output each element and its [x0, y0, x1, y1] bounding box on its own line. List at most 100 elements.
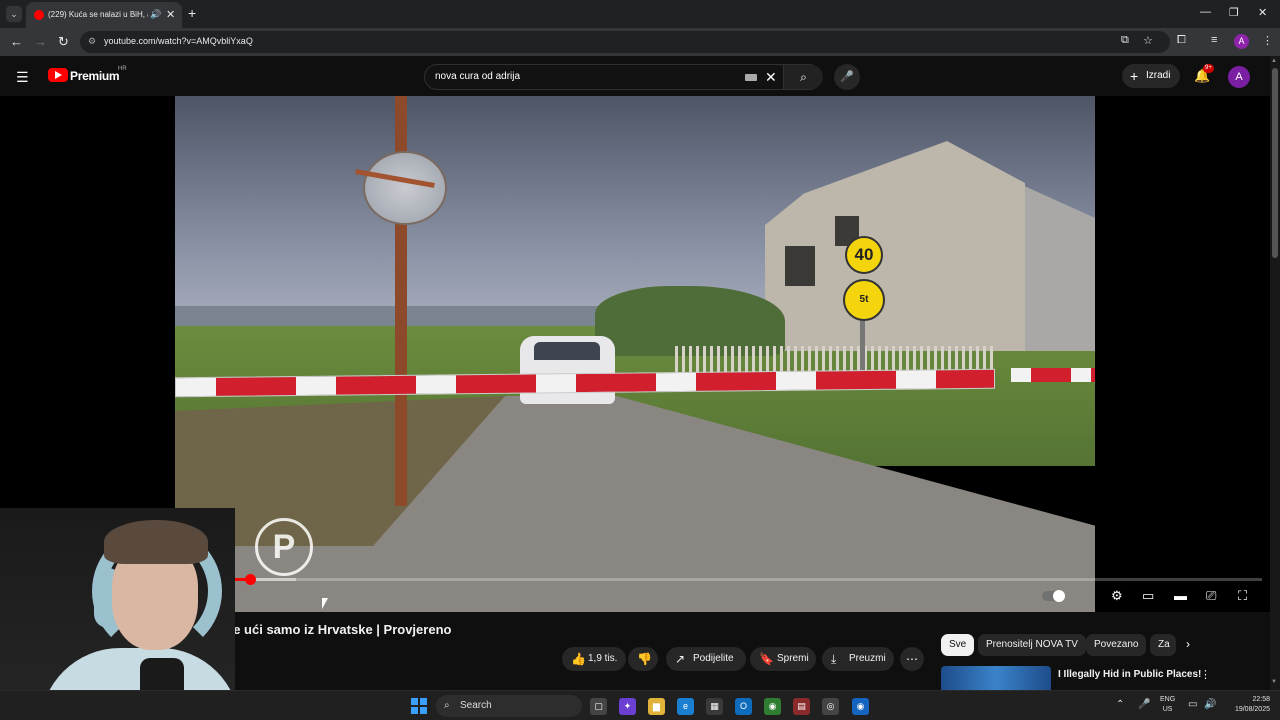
video-frame[interactable]: 40 5t P — [175, 96, 1095, 612]
search-icon[interactable]: ⌕ — [783, 65, 823, 89]
scrubber-handle[interactable] — [245, 574, 257, 585]
chip-scroll-right-icon[interactable]: › — [1186, 637, 1190, 651]
fullscreen-icon[interactable]: ⛶ — [1238, 588, 1247, 604]
recommendation-title[interactable]: I Illegally Hid in Public Places! — [1058, 669, 1201, 680]
chip-channel[interactable]: Prenositelj NOVA TV — [978, 634, 1086, 656]
video-scene-car — [520, 336, 615, 404]
taskbar-clock[interactable]: 22:58 19/08/2025 — [1222, 695, 1270, 715]
thumbs-up-icon: 👍 — [571, 652, 586, 666]
tray-overflow-icon[interactable]: ⌃ — [1116, 699, 1124, 710]
browser-profile-icon[interactable]: A — [1234, 34, 1249, 49]
browser-tab-active[interactable]: (229) Kuća se nalazi u BiH, a 🔊 ✕ — [26, 2, 182, 28]
minimize-icon[interactable]: — — [1200, 6, 1211, 18]
site-info-icon[interactable]: ⚙ — [88, 36, 100, 48]
windows-start-icon[interactable] — [411, 698, 427, 714]
save-label: Spremi — [777, 653, 809, 664]
share-button[interactable]: ↗ Podijelite — [666, 647, 746, 671]
task-view-icon[interactable]: ▢ — [590, 698, 607, 715]
weight-limit-sign: 5t — [843, 279, 885, 321]
scrollbar-thumb[interactable] — [1272, 68, 1278, 258]
tray-network-icon[interactable]: ▭ — [1188, 699, 1197, 710]
restore-icon[interactable]: ❐ — [1229, 6, 1239, 19]
input-language[interactable]: ENG US — [1160, 695, 1175, 715]
new-tab-icon[interactable]: + — [188, 5, 196, 21]
chrome-active-icon[interactable]: ◉ — [852, 698, 869, 715]
boom-barrier-end — [1011, 368, 1095, 382]
taskbar-search[interactable]: ⌕ Search — [436, 695, 582, 717]
clock-date: 19/08/2025 — [1234, 706, 1270, 713]
browser-tab-strip: ⌄ (229) Kuća se nalazi u BiH, a 🔊 ✕ + — … — [0, 0, 1280, 28]
chip-all[interactable]: Sve — [941, 634, 975, 656]
obs-icon[interactable]: ◎ — [822, 698, 839, 715]
edge-icon[interactable]: e — [677, 698, 694, 715]
bookmark-star-icon[interactable]: ☆ — [1143, 34, 1153, 47]
save-button[interactable]: 🔖 Spremi — [750, 647, 816, 671]
recommendation-thumbnail[interactable] — [941, 666, 1051, 690]
copilot-icon[interactable]: ✦ — [619, 698, 636, 715]
page-scrollbar[interactable]: ▲ ▼ — [1270, 56, 1280, 690]
account-avatar[interactable]: A — [1228, 66, 1250, 88]
youtube-logo-icon[interactable] — [48, 68, 68, 82]
browser-menu-icon[interactable]: ⋮ — [1262, 34, 1273, 47]
miniplayer-icon[interactable]: ▭ — [1142, 588, 1154, 604]
install-app-icon[interactable]: ⧉ — [1121, 34, 1129, 47]
chrome-icon[interactable]: ◉ — [764, 698, 781, 715]
recommendation-menu-icon[interactable]: ⋮ — [1200, 668, 1211, 681]
autoplay-toggle[interactable] — [1042, 590, 1065, 602]
webcam-overlay — [0, 508, 235, 720]
sign-pole — [860, 316, 865, 376]
extensions-icon[interactable]: ⧠ — [1177, 34, 1186, 47]
address-bar[interactable]: ⚙ youtube.com/watch?v=AMQvbliYxaQ — [80, 31, 1170, 53]
scroll-up-icon[interactable]: ▲ — [1271, 58, 1277, 64]
tab-title: (229) Kuća se nalazi u BiH, a — [48, 10, 148, 19]
search-box[interactable]: nova cura od adrija ✕ ⌕ — [424, 64, 823, 90]
keyboard-icon[interactable] — [745, 74, 757, 81]
winrar-icon[interactable]: ▤ — [793, 698, 810, 715]
like-count: 1,9 tis. — [588, 653, 618, 664]
file-explorer-icon[interactable]: ▆ — [648, 698, 665, 715]
store-icon[interactable]: ▦ — [706, 698, 723, 715]
chip-related[interactable]: Povezano — [1086, 634, 1147, 656]
share-icon: ↗ — [675, 652, 686, 666]
create-button[interactable]: + Izradi — [1122, 64, 1180, 88]
tray-mic-icon[interactable]: 🎤 — [1138, 699, 1150, 710]
browser-toolbar: ← → ↻ ⚙ youtube.com/watch?v=AMQvbliYxaQ … — [0, 28, 1280, 56]
download-button[interactable]: ⤓ Preuzmi — [822, 647, 894, 671]
tab-audio-icon[interactable]: 🔊 — [150, 9, 161, 20]
theater-mode-icon[interactable]: ▬ — [1174, 588, 1187, 603]
clear-search-icon[interactable]: ✕ — [765, 69, 777, 86]
cast-icon[interactable]: ⎚ — [1206, 588, 1216, 604]
car-windshield — [534, 342, 600, 360]
speed-limit-sign: 40 — [845, 236, 883, 274]
taskbar-search-icon: ⌕ — [444, 700, 450, 711]
create-label: Izradi — [1146, 70, 1171, 81]
lang-code: ENG — [1160, 696, 1176, 703]
channel-watermark-icon[interactable]: P — [255, 518, 313, 576]
back-icon[interactable]: ← — [10, 34, 23, 49]
youtube-header: ☰ Premium HR nova cura od adrija ✕ ⌕ 🎤 +… — [0, 56, 1270, 96]
dislike-button[interactable]: 👎 — [628, 647, 658, 671]
more-actions-icon[interactable]: ⋯ — [900, 647, 924, 671]
thumbs-down-icon: 👎 — [637, 652, 652, 666]
brand-name[interactable]: Premium — [70, 69, 120, 83]
download-label: Preuzmi — [849, 653, 886, 664]
forward-icon[interactable]: → — [34, 34, 47, 49]
media-controls-icon[interactable]: ≡ — [1211, 34, 1217, 46]
tab-search-icon[interactable]: ⌄ — [6, 6, 22, 22]
search-input[interactable]: nova cura od adrija — [435, 71, 520, 82]
guide-menu-icon[interactable]: ☰ — [16, 69, 29, 86]
subtitles-icon[interactable]: CC — [1078, 590, 1094, 602]
outlook-icon[interactable]: O — [735, 698, 752, 715]
lang-region: US — [1162, 706, 1173, 713]
clock-time: 22:58 — [1252, 696, 1270, 703]
close-window-icon[interactable]: ✕ — [1258, 6, 1267, 19]
chip-for-you[interactable]: Za — [1150, 634, 1176, 656]
tab-close-icon[interactable]: ✕ — [166, 8, 175, 21]
like-button[interactable]: 👍 1,9 tis. — [562, 647, 626, 671]
reload-icon[interactable]: ↻ — [58, 34, 69, 50]
voice-search-icon[interactable]: 🎤 — [834, 64, 860, 90]
mouse-cursor-icon — [322, 598, 328, 609]
settings-gear-icon[interactable]: ⚙ — [1111, 588, 1123, 604]
tray-volume-icon[interactable]: 🔊 — [1204, 699, 1216, 710]
scroll-down-icon[interactable]: ▼ — [1271, 679, 1277, 685]
